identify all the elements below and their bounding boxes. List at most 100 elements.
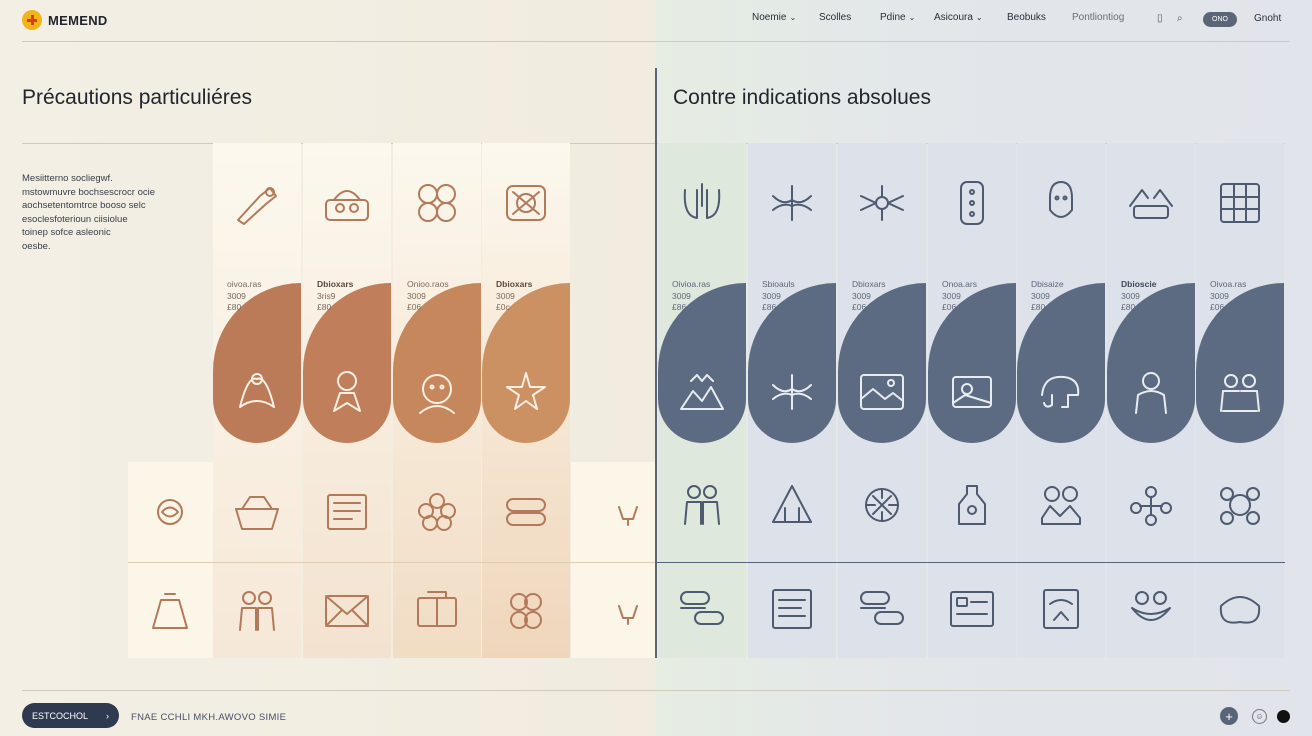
card-label-line: £06 bbox=[942, 302, 957, 312]
card-label-line: 3009 bbox=[407, 290, 426, 301]
card-label-line: 3009 bbox=[1031, 290, 1050, 301]
person-icon bbox=[1124, 365, 1178, 419]
sign-card-icon bbox=[1034, 582, 1088, 636]
box-pattern-icon bbox=[499, 176, 553, 230]
nav-item-label: Beobuks bbox=[1007, 12, 1046, 23]
elephant-icon bbox=[1034, 365, 1088, 419]
chevron-down-icon: ⌄ bbox=[789, 13, 797, 22]
grid-pattern-icon bbox=[1213, 176, 1267, 230]
image-card-icon bbox=[855, 365, 909, 419]
cluster-icon bbox=[1213, 478, 1267, 532]
card-label-line: 3009 bbox=[1210, 290, 1229, 301]
envelope-icon bbox=[320, 584, 374, 638]
circles-cluster-icon bbox=[410, 176, 464, 230]
people-icon bbox=[1034, 478, 1088, 532]
card-label-line: Oivoa.ras bbox=[1210, 279, 1247, 289]
left-description: Mesiitterno socliegwf. mstowmuvre bochse… bbox=[22, 172, 192, 253]
search-icon[interactable]: ⌕ bbox=[1177, 13, 1183, 24]
arm-icon bbox=[230, 176, 284, 230]
row-divider bbox=[128, 562, 655, 563]
star-burst-icon bbox=[499, 365, 553, 419]
card-label: Dbioxars 3009 £0c bbox=[496, 279, 576, 314]
phone-icon bbox=[945, 176, 999, 230]
book-icon bbox=[410, 584, 464, 638]
face-icon bbox=[410, 365, 464, 419]
virus-icon bbox=[855, 478, 909, 532]
card-label-line: Dbioscie bbox=[1121, 279, 1157, 289]
nav-item[interactable]: Beobuks bbox=[1007, 12, 1046, 23]
footer-button-label: ESTCOCHOL bbox=[32, 710, 89, 721]
chevron-down-icon: ⌄ bbox=[975, 13, 983, 22]
form-card-icon bbox=[945, 582, 999, 636]
photo-icon bbox=[945, 365, 999, 419]
card-label: Dbioscie 3009 £80 bbox=[1121, 279, 1201, 314]
description-line: mstowmuvre bochsescrocr ocie bbox=[22, 186, 156, 198]
frog-icon bbox=[1124, 582, 1178, 636]
small-figure-icon bbox=[601, 485, 655, 539]
card-label-line: £06 bbox=[407, 302, 422, 312]
figures-icon bbox=[1213, 365, 1267, 419]
nav-item-label: Asicoura bbox=[934, 12, 973, 23]
medical-cross-icon bbox=[22, 10, 42, 30]
toggle-switch[interactable]: ONO bbox=[1203, 12, 1237, 27]
bowl-icon bbox=[230, 485, 284, 539]
footer-button[interactable]: ESTCOCHOL › bbox=[22, 703, 119, 728]
mosquito-icon bbox=[765, 176, 819, 230]
description-line: aochsetentomtrce booso selc bbox=[22, 200, 146, 211]
insect-icon bbox=[855, 176, 909, 230]
lungs-icon bbox=[675, 176, 729, 230]
card-label-line: £86 bbox=[762, 302, 777, 312]
card-label-line: £86 bbox=[672, 302, 687, 312]
card-label-line: Onoa.ars bbox=[942, 279, 977, 289]
description-line: Mesiitterno socliegwf. bbox=[22, 173, 113, 184]
footer-text: FNAE CCHLI MKH.AWOVO SIMIE bbox=[131, 712, 287, 723]
nav-item[interactable]: Pdine ⌄ bbox=[880, 12, 915, 23]
account-link[interactable]: Gnoht bbox=[1254, 13, 1281, 24]
brand-logo[interactable]: MEMEND bbox=[22, 10, 108, 30]
footer-divider bbox=[22, 690, 1290, 691]
card-label-line: 3009 bbox=[672, 290, 691, 301]
document-icon bbox=[320, 485, 374, 539]
face-outline-icon bbox=[1034, 176, 1088, 230]
nav-item[interactable]: Asicoura ⌄ bbox=[934, 12, 983, 23]
card-label: Onioo.raos 3009 £06 bbox=[407, 279, 487, 314]
row-divider bbox=[657, 562, 1285, 563]
add-icon[interactable]: + bbox=[1220, 707, 1238, 725]
nav-item-label: Noemie bbox=[752, 12, 787, 23]
nav-item[interactable]: Noemie ⌄ bbox=[752, 12, 796, 23]
triangle-people-icon bbox=[765, 478, 819, 532]
card-label-line: 3009 bbox=[496, 290, 515, 301]
rings-icon bbox=[499, 584, 553, 638]
toggle-label: ONO bbox=[1212, 16, 1228, 23]
child-icon bbox=[320, 365, 374, 419]
smiley-icon[interactable]: ☺ bbox=[1252, 709, 1267, 724]
description-line: toinep sofce asleonic bbox=[22, 227, 111, 238]
couple-icon bbox=[230, 584, 284, 638]
card-label-line: 3009 bbox=[1121, 290, 1140, 301]
nav-item[interactable]: Scolles bbox=[819, 12, 851, 23]
mosquito-icon bbox=[765, 365, 819, 419]
card-label-line: Oivioa.ras bbox=[672, 279, 711, 289]
card-label-line: 3009 bbox=[852, 290, 871, 301]
bean-icon bbox=[1213, 582, 1267, 636]
card-label: Dbioxars 3009 £06 bbox=[852, 279, 932, 314]
card-label-line: 3009 bbox=[942, 290, 961, 301]
header-divider bbox=[22, 41, 1290, 42]
card-label-line: Onioo.raos bbox=[407, 279, 449, 289]
network-icon bbox=[1124, 478, 1178, 532]
pillows-icon bbox=[499, 485, 553, 539]
basket-icon bbox=[320, 176, 374, 230]
dark-mode-icon[interactable] bbox=[1277, 710, 1290, 723]
bottle-icon bbox=[945, 478, 999, 532]
card-label-line: £06 bbox=[1210, 302, 1225, 312]
lock-icon[interactable]: ▯ bbox=[1157, 13, 1163, 24]
right-section-title: Contre indications absolues bbox=[673, 86, 931, 109]
hands-group-icon bbox=[1124, 176, 1178, 230]
couple-icon bbox=[675, 478, 729, 532]
small-figure-icon bbox=[601, 584, 655, 638]
chevron-right-icon: › bbox=[106, 710, 109, 721]
card-label-line: Dbioxars bbox=[496, 279, 533, 289]
pills-icon bbox=[855, 582, 909, 636]
card-label: Oivioa.ras 3009 £86 bbox=[672, 279, 752, 314]
nav-item[interactable]: Pontliontiog bbox=[1072, 12, 1124, 23]
